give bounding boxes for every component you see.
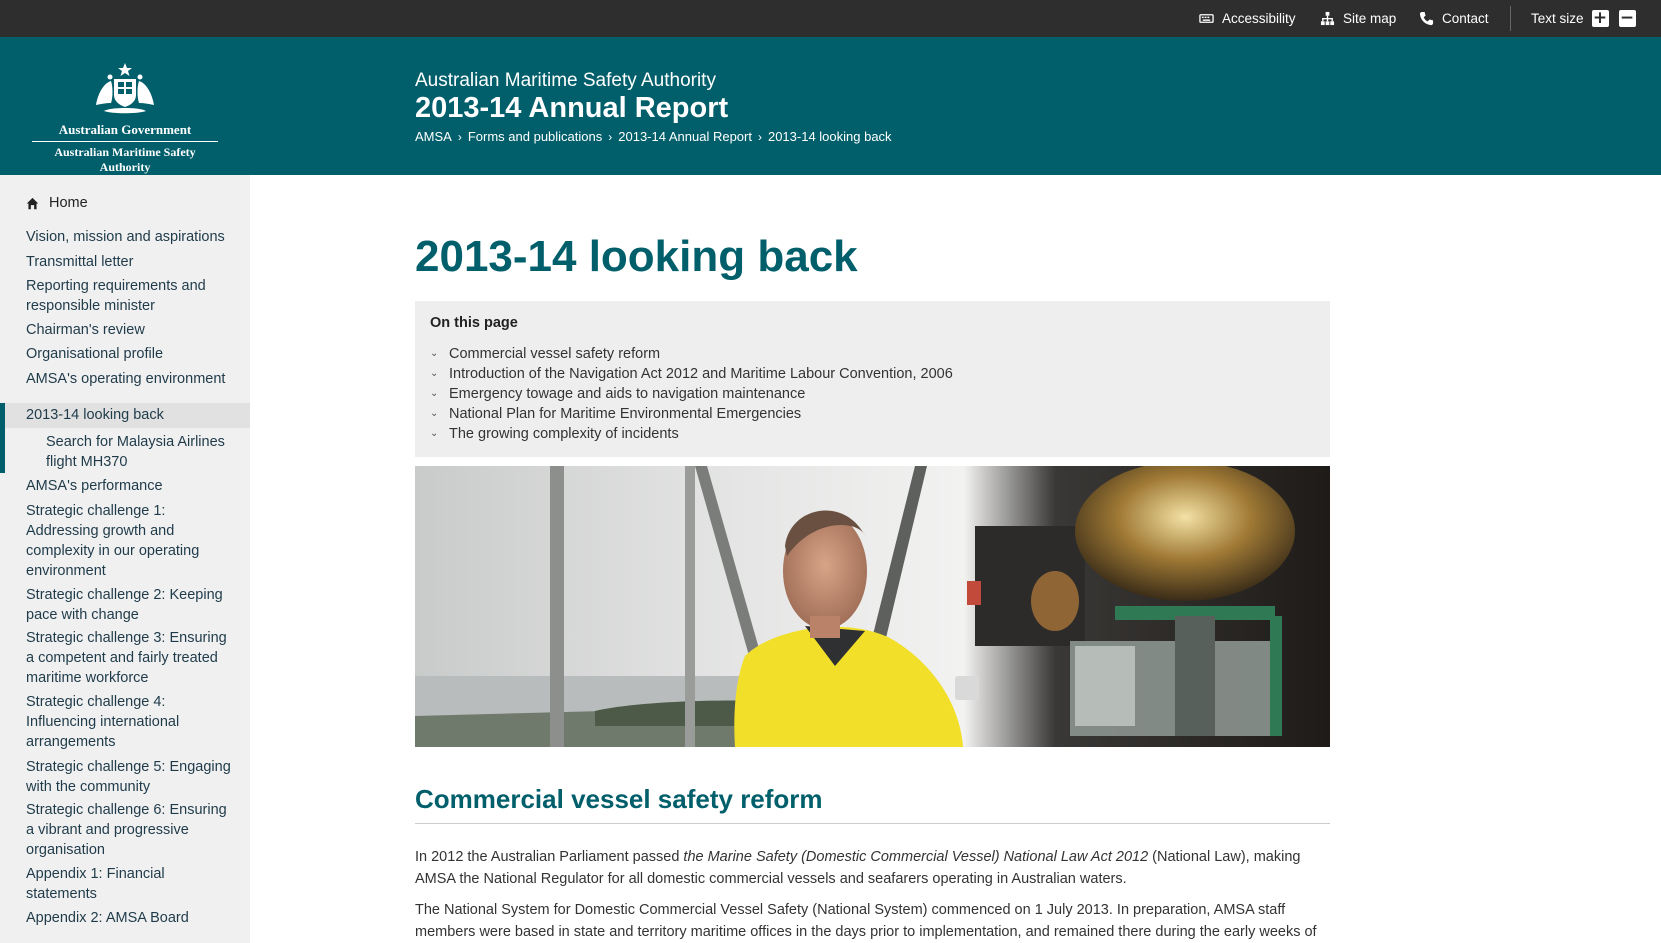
sidebar-subitem-mh370[interactable]: Search for Malaysia Airlines flight MH37…	[46, 432, 231, 472]
on-this-page-link[interactable]: ⌄ Commercial vessel safety reform	[430, 344, 953, 364]
chevron-down-icon: ⌄	[430, 388, 439, 399]
sidebar-item-reporting[interactable]: Reporting requirements and responsible m…	[26, 276, 231, 316]
para1-text-a: In 2012 the Australian Parliament passed	[415, 849, 684, 865]
paragraph-national-law: In 2012 the Australian Parliament passed…	[415, 846, 1330, 890]
sidebar-item-strategic-1[interactable]: Strategic challenge 1: Addressing growth…	[26, 501, 231, 581]
sidebar-item-looking-back[interactable]: 2013-14 looking back	[26, 403, 231, 428]
hero-photo	[415, 466, 1330, 747]
text-size-decrease-button[interactable]: −	[1618, 8, 1636, 28]
sidebar-item-organisational-profile[interactable]: Organisational profile	[26, 344, 231, 364]
page-title: 2013-14 looking back	[415, 232, 858, 281]
on-this-page-box: On this page ⌄ Commercial vessel safety r…	[415, 301, 1330, 457]
crest-divider	[32, 141, 218, 142]
sidebar-home-link[interactable]: Home	[26, 195, 88, 211]
contact-label: Contact	[1442, 11, 1489, 26]
on-this-page-link[interactable]: ⌄ Emergency towage and aids to navigation…	[430, 384, 953, 404]
accessibility-link[interactable]: Accessibility	[1199, 0, 1296, 37]
on-this-page-link[interactable]: ⌄ National Plan for Maritime Environmenta…	[430, 404, 953, 424]
report-title[interactable]: 2013-14 Annual Report	[415, 92, 728, 125]
chevron-down-icon: ⌄	[430, 348, 439, 359]
org-name: Australian Maritime Safety Authority	[415, 70, 716, 91]
site-map-link[interactable]: Site map	[1320, 0, 1396, 37]
home-icon	[26, 197, 39, 209]
sidebar-item-appendix-1[interactable]: Appendix 1: Financial statements	[26, 864, 231, 904]
on-this-page-link-label: National Plan for Maritime Environmental…	[449, 406, 802, 422]
site-map-label: Site map	[1343, 11, 1397, 26]
breadcrumb: AMSA › Forms and publications › 2013-14 …	[415, 129, 892, 144]
text-size-label: Text size	[1531, 11, 1584, 26]
on-this-page-list: ⌄ Commercial vessel safety reform ⌄ Introd…	[430, 344, 953, 444]
on-this-page-heading: On this page	[430, 315, 518, 331]
chevron-down-icon: ⌄	[430, 408, 439, 419]
breadcrumb-amsa[interactable]: AMSA	[415, 129, 452, 144]
breadcrumb-separator-icon: ›	[608, 129, 613, 144]
hero-image-lighthouse-keeper	[415, 466, 1330, 747]
on-this-page-link[interactable]: ⌄ Introduction of the Navigation Act 2012…	[430, 364, 953, 384]
coat-of-arms-icon	[96, 63, 154, 114]
on-this-page-link-label: Introduction of the Navigation Act 2012 …	[449, 366, 953, 382]
breadcrumb-separator-icon: ›	[757, 129, 762, 144]
sidebar-item-operating-environment[interactable]: AMSA's operating environment	[26, 369, 231, 389]
government-crest-logo[interactable]: Australian Government Australian Maritim…	[30, 61, 220, 174]
sidebar-home-label: Home	[49, 195, 88, 211]
sitemap-icon	[1320, 11, 1335, 26]
breadcrumb-forms-publications[interactable]: Forms and publications	[468, 129, 602, 144]
sidebar-item-strategic-3[interactable]: Strategic challenge 3: Ensuring a compet…	[26, 628, 231, 688]
breadcrumb-separator-icon: ›	[457, 129, 462, 144]
plus-icon: +	[1592, 8, 1608, 28]
paragraph-national-system: The National System for Domestic Commerc…	[415, 902, 1317, 940]
section-title-commercial-vessel: Commercial vessel safety reform	[415, 784, 823, 814]
chevron-down-icon: ⌄	[430, 368, 439, 379]
breadcrumb-current: 2013-14 looking back	[767, 129, 892, 144]
sidebar-item-strategic-5[interactable]: Strategic challenge 5: Engaging with the…	[26, 757, 231, 797]
sidebar-item-strategic-6[interactable]: Strategic challenge 6: Ensuring a vibran…	[26, 800, 231, 860]
section-divider	[415, 823, 1330, 824]
contact-link[interactable]: Contact	[1419, 0, 1489, 37]
minus-icon: −	[1619, 8, 1635, 28]
sidebar-item-chairmans-review[interactable]: Chairman's review	[26, 320, 231, 340]
sidebar-active-indicator	[0, 403, 5, 473]
sidebar-item-transmittal[interactable]: Transmittal letter	[26, 252, 231, 272]
accessibility-label: Accessibility	[1222, 11, 1296, 26]
on-this-page-link-label: Commercial vessel safety reform	[449, 346, 661, 362]
utility-divider	[1510, 6, 1511, 31]
masthead: Australian Government Australian Maritim…	[0, 37, 1661, 175]
sidebar-item-strategic-2[interactable]: Strategic challenge 2: Keeping pace with…	[26, 585, 231, 625]
sidebar-item-appendix-2[interactable]: Appendix 2: AMSA Board	[26, 908, 231, 928]
crest-government-text: Australian Government	[58, 122, 192, 137]
sidebar-item-vision[interactable]: Vision, mission and aspirations	[26, 227, 231, 247]
text-size-control: Text size + −	[1531, 0, 1636, 37]
crest-agency-text: Australian Maritime Safety Authority	[54, 145, 196, 174]
breadcrumb-annual-report[interactable]: 2013-14 Annual Report	[618, 129, 752, 144]
sidebar-item-strategic-4[interactable]: Strategic challenge 4: Influencing inter…	[26, 692, 231, 752]
on-this-page-link-label: The growing complexity of incidents	[449, 426, 679, 442]
text-size-increase-button[interactable]: +	[1591, 8, 1609, 28]
phone-icon	[1419, 11, 1434, 26]
chevron-down-icon: ⌄	[430, 428, 439, 439]
keyboard-icon	[1199, 14, 1214, 23]
utility-bar: Accessibility Site map Contact Text size…	[0, 0, 1661, 37]
on-this-page-link[interactable]: ⌄ The growing complexity of incidents	[430, 424, 953, 444]
sidebar-nav: Home Vision, mission and aspirations Tra…	[0, 175, 250, 943]
para1-act-title: the Marine Safety (Domestic Commercial V…	[683, 849, 1149, 865]
on-this-page-link-label: Emergency towage and aids to navigation …	[449, 386, 806, 402]
sidebar-item-performance[interactable]: AMSA's performance	[26, 476, 231, 496]
